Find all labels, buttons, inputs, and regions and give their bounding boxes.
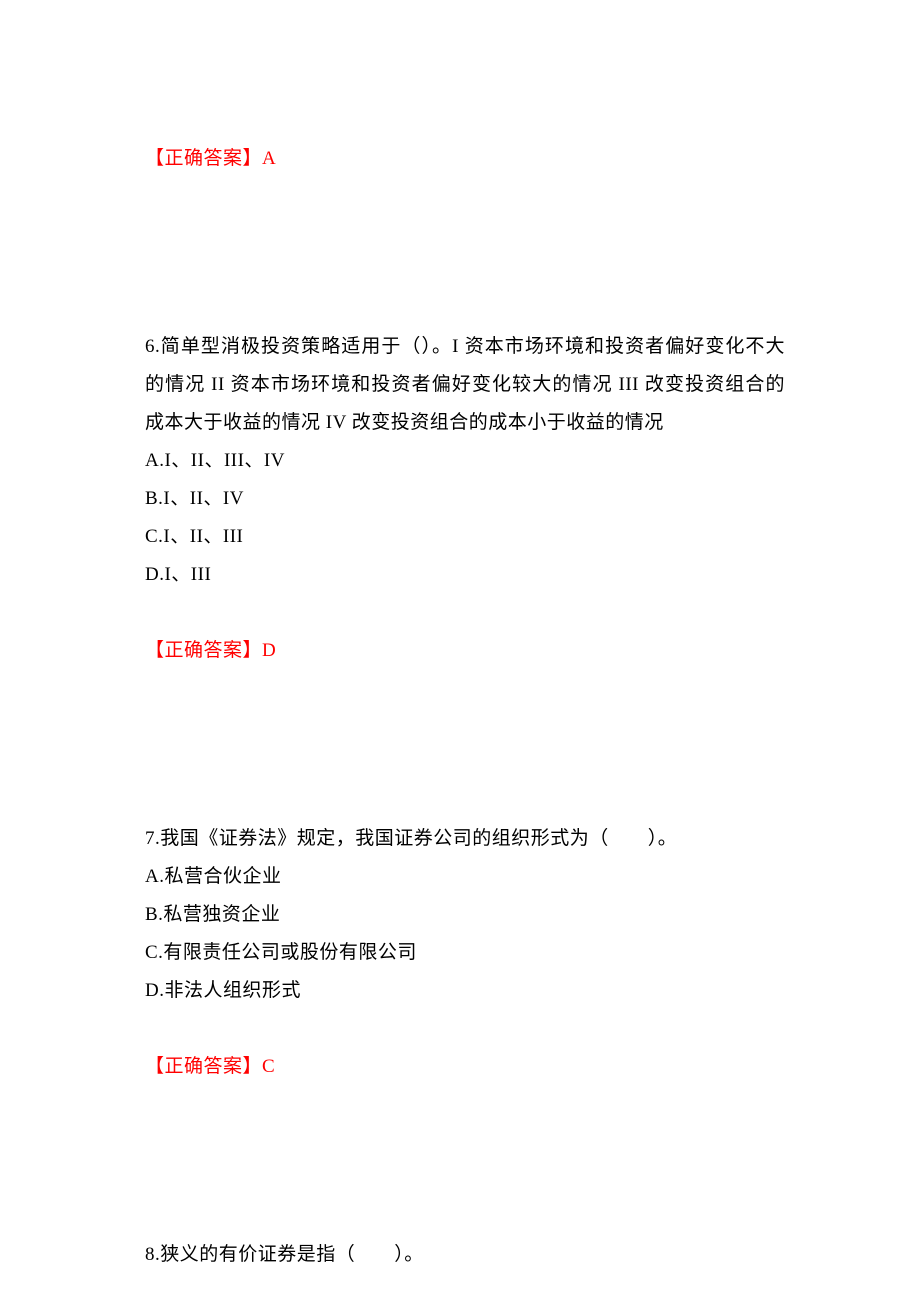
option-c: C.有限责任公司或股份有限公司 [145,934,785,972]
answer-letter: A [262,148,276,169]
spacer [145,1010,785,1048]
answer-letter: D [262,640,276,661]
option-a: A.I、II、III、IV [145,442,785,480]
answer-label: 【正确答案】 [145,640,262,661]
option-b: B.私营独资企业 [145,896,785,934]
question-stem: 8.狭义的有价证券是指（ ）。 [145,1236,785,1274]
answer-5: 【正确答案】A [145,140,785,178]
spacer [145,670,785,820]
option-b: B.I、II、IV [145,480,785,518]
option-d: D.非法人组织形式 [145,972,785,1010]
question-7: 7.我国《证券法》规定，我国证券公司的组织形式为（ ）。 A.私营合伙企业 B.… [145,820,785,1086]
question-stem: 7.我国《证券法》规定，我国证券公司的组织形式为（ ）。 [145,820,785,858]
question-stem: 6.简单型消极投资策略适用于（）。I 资本市场环境和投资者偏好变化不大的情况 I… [145,328,785,442]
option-a: A.私营合伙企业 [145,858,785,896]
option-d: D.I、III [145,556,785,594]
answer-label: 【正确答案】 [145,148,262,169]
question-8: 8.狭义的有价证券是指（ ）。 [145,1236,785,1274]
question-6: 6.简单型消极投资策略适用于（）。I 资本市场环境和投资者偏好变化不大的情况 I… [145,328,785,670]
spacer [145,1086,785,1236]
option-c: C.I、II、III [145,518,785,556]
spacer [145,594,785,632]
answer-letter: C [262,1056,275,1077]
answer-label: 【正确答案】 [145,1056,262,1077]
spacer [145,178,785,328]
